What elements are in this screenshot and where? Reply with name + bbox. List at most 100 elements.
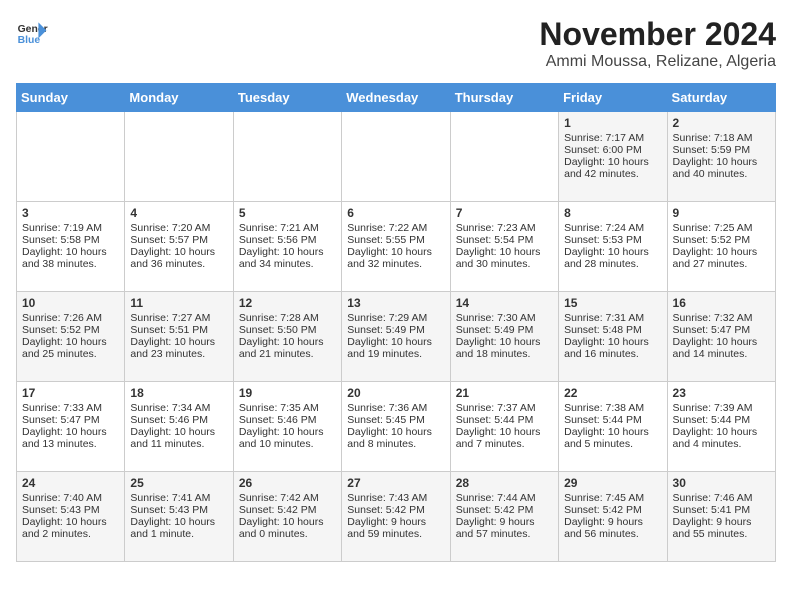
- day-info-line: Sunset: 5:53 PM: [564, 234, 661, 246]
- day-info-line: Sunset: 5:58 PM: [22, 234, 119, 246]
- calendar-day-cell: 5Sunrise: 7:21 AMSunset: 5:56 PMDaylight…: [233, 202, 341, 292]
- day-info-line: Sunrise: 7:39 AM: [673, 402, 770, 414]
- svg-text:Blue: Blue: [18, 35, 41, 46]
- calendar-day-cell: 17Sunrise: 7:33 AMSunset: 5:47 PMDayligh…: [17, 382, 125, 472]
- calendar-day-cell: [342, 112, 450, 202]
- weekday-header: Monday: [125, 84, 233, 112]
- day-info-line: and 19 minutes.: [347, 348, 444, 360]
- day-info-line: Sunset: 5:42 PM: [347, 504, 444, 516]
- calendar-day-cell: 3Sunrise: 7:19 AMSunset: 5:58 PMDaylight…: [17, 202, 125, 292]
- calendar-day-cell: 2Sunrise: 7:18 AMSunset: 5:59 PMDaylight…: [667, 112, 775, 202]
- day-info-line: Daylight: 10 hours: [456, 336, 553, 348]
- day-info-line: Sunset: 5:46 PM: [130, 414, 227, 426]
- day-info-line: Sunrise: 7:17 AM: [564, 132, 661, 144]
- day-info-line: Sunrise: 7:27 AM: [130, 312, 227, 324]
- weekday-header: Wednesday: [342, 84, 450, 112]
- day-info-line: Sunrise: 7:28 AM: [239, 312, 336, 324]
- day-info-line: and 28 minutes.: [564, 258, 661, 270]
- day-info-line: Sunset: 5:47 PM: [22, 414, 119, 426]
- calendar-day-cell: 10Sunrise: 7:26 AMSunset: 5:52 PMDayligh…: [17, 292, 125, 382]
- calendar-day-cell: 22Sunrise: 7:38 AMSunset: 5:44 PMDayligh…: [559, 382, 667, 472]
- day-info-line: Daylight: 10 hours: [564, 246, 661, 258]
- day-info-line: and 4 minutes.: [673, 438, 770, 450]
- day-number: 29: [564, 476, 661, 490]
- day-info-line: and 21 minutes.: [239, 348, 336, 360]
- day-number: 20: [347, 386, 444, 400]
- day-info-line: Daylight: 9 hours: [564, 516, 661, 528]
- calendar-table: SundayMondayTuesdayWednesdayThursdayFrid…: [16, 83, 776, 562]
- day-info-line: and 23 minutes.: [130, 348, 227, 360]
- day-info-line: Sunset: 5:43 PM: [130, 504, 227, 516]
- day-info-line: Sunset: 5:59 PM: [673, 144, 770, 156]
- day-number: 10: [22, 296, 119, 310]
- day-info-line: Daylight: 10 hours: [456, 246, 553, 258]
- day-info-line: Sunrise: 7:42 AM: [239, 492, 336, 504]
- day-info-line: Daylight: 10 hours: [673, 336, 770, 348]
- day-number: 23: [673, 386, 770, 400]
- day-info-line: Sunset: 5:42 PM: [239, 504, 336, 516]
- day-number: 1: [564, 116, 661, 130]
- day-info-line: Daylight: 10 hours: [22, 426, 119, 438]
- day-info-line: Sunset: 5:43 PM: [22, 504, 119, 516]
- calendar-day-cell: 23 Sunrise: 7:39 AMSunset: 5:44 PMDayligh…: [667, 382, 775, 472]
- day-info-line: Sunset: 5:44 PM: [673, 414, 770, 426]
- day-info-line: Sunset: 5:42 PM: [564, 504, 661, 516]
- day-number: 14: [456, 296, 553, 310]
- day-info-line: Sunrise: 7:34 AM: [130, 402, 227, 414]
- day-info-line: and 27 minutes.: [673, 258, 770, 270]
- day-info-line: Daylight: 10 hours: [564, 336, 661, 348]
- day-info-line: Daylight: 10 hours: [673, 426, 770, 438]
- weekday-header: Sunday: [17, 84, 125, 112]
- weekday-header: Tuesday: [233, 84, 341, 112]
- weekday-header: Thursday: [450, 84, 558, 112]
- day-number: 27: [347, 476, 444, 490]
- day-info-line: Sunrise: 7:22 AM: [347, 222, 444, 234]
- day-info-line: Sunset: 5:46 PM: [239, 414, 336, 426]
- day-number: 17: [22, 386, 119, 400]
- calendar-day-cell: 9Sunrise: 7:25 AMSunset: 5:52 PMDaylight…: [667, 202, 775, 292]
- calendar-week-row: 1Sunrise: 7:17 AMSunset: 6:00 PMDaylight…: [17, 112, 776, 202]
- calendar-week-row: 17Sunrise: 7:33 AMSunset: 5:47 PMDayligh…: [17, 382, 776, 472]
- day-info-line: Daylight: 9 hours: [673, 516, 770, 528]
- day-info-line: and 36 minutes.: [130, 258, 227, 270]
- day-info-line: Sunrise: 7:40 AM: [22, 492, 119, 504]
- day-number: 18: [130, 386, 227, 400]
- day-info-line: Sunset: 5:52 PM: [22, 324, 119, 336]
- location-subtitle: Ammi Moussa, Relizane, Algeria: [539, 53, 776, 71]
- day-info-line: Sunrise: 7:36 AM: [347, 402, 444, 414]
- calendar-week-row: 3Sunrise: 7:19 AMSunset: 5:58 PMDaylight…: [17, 202, 776, 292]
- day-info-line: Sunrise: 7:29 AM: [347, 312, 444, 324]
- calendar-day-cell: 26Sunrise: 7:42 AMSunset: 5:42 PMDayligh…: [233, 472, 341, 562]
- day-info-line: Daylight: 10 hours: [347, 246, 444, 258]
- calendar-day-cell: [125, 112, 233, 202]
- day-info-line: and 8 minutes.: [347, 438, 444, 450]
- day-info-line: and 2 minutes.: [22, 528, 119, 540]
- calendar-day-cell: 11Sunrise: 7:27 AMSunset: 5:51 PMDayligh…: [125, 292, 233, 382]
- day-info-line: and 40 minutes.: [673, 168, 770, 180]
- calendar-day-cell: 8Sunrise: 7:24 AMSunset: 5:53 PMDaylight…: [559, 202, 667, 292]
- title-area: November 2024 Ammi Moussa, Relizane, Alg…: [539, 16, 776, 71]
- calendar-day-cell: 14Sunrise: 7:30 AMSunset: 5:49 PMDayligh…: [450, 292, 558, 382]
- day-number: 12: [239, 296, 336, 310]
- day-number: 7: [456, 206, 553, 220]
- day-info-line: Daylight: 10 hours: [347, 336, 444, 348]
- day-info-line: and 59 minutes.: [347, 528, 444, 540]
- day-info-line: Sunset: 5:49 PM: [456, 324, 553, 336]
- day-info-line: Sunrise: 7:38 AM: [564, 402, 661, 414]
- calendar-day-cell: 20Sunrise: 7:36 AMSunset: 5:45 PMDayligh…: [342, 382, 450, 472]
- day-number: 21: [456, 386, 553, 400]
- day-info-line: and 18 minutes.: [456, 348, 553, 360]
- calendar-day-cell: 25Sunrise: 7:41 AMSunset: 5:43 PMDayligh…: [125, 472, 233, 562]
- day-info-line: Sunrise: 7:41 AM: [130, 492, 227, 504]
- calendar-day-cell: 15Sunrise: 7:31 AMSunset: 5:48 PMDayligh…: [559, 292, 667, 382]
- day-info-line: and 1 minute.: [130, 528, 227, 540]
- day-info-line: Sunset: 5:50 PM: [239, 324, 336, 336]
- calendar-body: 1Sunrise: 7:17 AMSunset: 6:00 PMDaylight…: [17, 112, 776, 562]
- day-info-line: Daylight: 10 hours: [673, 156, 770, 168]
- day-info-line: and 34 minutes.: [239, 258, 336, 270]
- day-number: 19: [239, 386, 336, 400]
- day-info-line: and 42 minutes.: [564, 168, 661, 180]
- calendar-day-cell: 1Sunrise: 7:17 AMSunset: 6:00 PMDaylight…: [559, 112, 667, 202]
- day-number: 16: [673, 296, 770, 310]
- calendar-day-cell: 13Sunrise: 7:29 AMSunset: 5:49 PMDayligh…: [342, 292, 450, 382]
